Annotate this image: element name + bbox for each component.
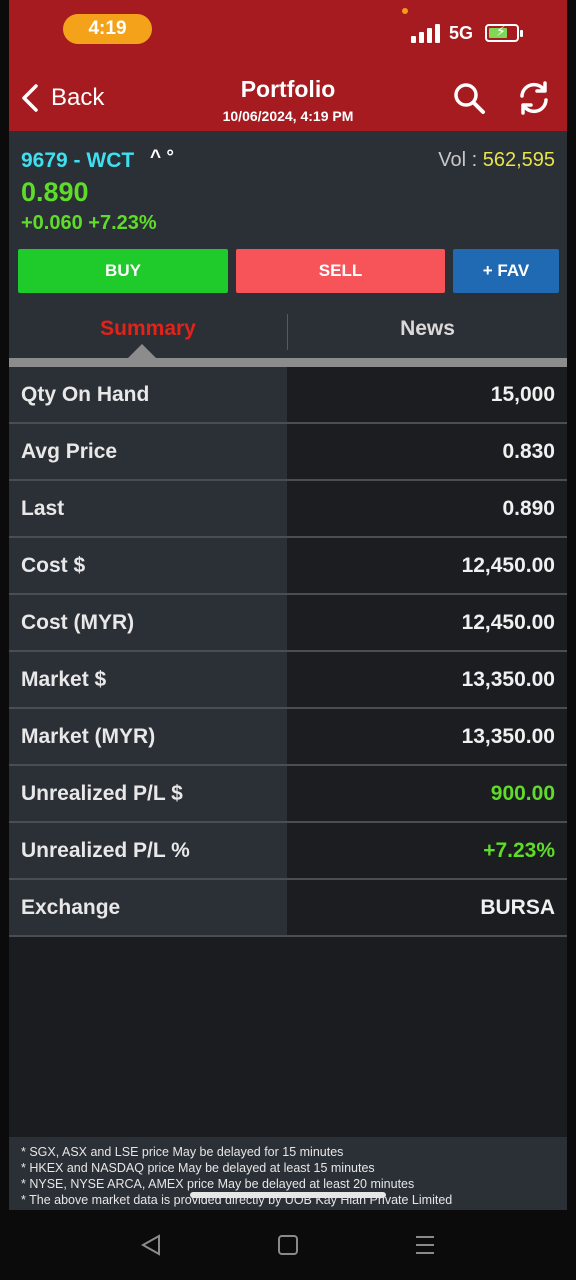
volume-value: 562,595 [482, 149, 555, 171]
table-row: Cost (MYR) 12,450.00 [9, 595, 567, 652]
back-label: Back [51, 84, 105, 111]
system-back-button[interactable] [137, 1232, 167, 1258]
row-label: Unrealized P/L % [9, 823, 287, 878]
table-row: Cost $12,450.00 [9, 538, 567, 595]
row-label: Market $ [9, 652, 287, 707]
disclaimer-line: * HKEX and NASDAQ price May be delayed a… [21, 1161, 375, 1175]
home-square-icon [278, 1235, 298, 1255]
table-row: Last 0.890 [9, 481, 567, 538]
table-row: Qty On Hand 15,000 [9, 367, 567, 424]
system-navigation-bar [0, 1210, 576, 1280]
tab-news[interactable]: News [288, 300, 567, 358]
quote-panel: 9679 - WCT ^ ° Vol : 562,595 0.890 +0.06… [9, 131, 567, 242]
row-value: 900.00 [287, 766, 567, 821]
row-label: Avg Price [9, 424, 287, 479]
price-change: +0.060 +7.23% [21, 212, 157, 234]
battery-charging-icon: ⚡ [485, 23, 523, 42]
row-value: 12,450.00 [287, 538, 567, 593]
disclaimer-line: * SGX, ASX and LSE price May be delayed … [21, 1145, 344, 1159]
table-row: Market $13,350.00 [9, 652, 567, 709]
action-bar: BUY SELL + FAV [9, 242, 567, 300]
row-label: Qty On Hand [9, 367, 287, 422]
row-label: Market (MYR) [9, 709, 287, 764]
row-label: Cost (MYR) [9, 595, 287, 650]
refresh-icon [520, 81, 548, 115]
signal-icon [411, 23, 441, 43]
back-triangle-icon [140, 1234, 160, 1256]
page-title: Portfolio [240, 76, 336, 102]
notification-dot [402, 8, 408, 14]
system-home-button[interactable] [273, 1232, 303, 1258]
tab-bar: Summary News [9, 300, 567, 367]
refresh-button[interactable] [516, 80, 552, 116]
back-button[interactable]: Back [19, 80, 104, 116]
add-favorite-button[interactable]: + FAV [453, 249, 559, 293]
nav-bar: Back Portfolio 10/06/2024, 4:19 PM [9, 62, 567, 131]
row-value: 0.830 [287, 424, 567, 479]
row-value: BURSA [287, 880, 567, 935]
row-label: Exchange [9, 880, 287, 935]
row-label: Last [9, 481, 287, 536]
recents-menu-icon [416, 1236, 434, 1254]
table-row: Market (MYR) 13,350.00 [9, 709, 567, 766]
disclaimer: * SGX, ASX and LSE price May be delayed … [9, 1137, 567, 1210]
table-row: Avg Price 0.830 [9, 424, 567, 481]
symbol-marks: ^ ° [150, 147, 174, 168]
tab-underline [9, 358, 567, 367]
stock-symbol: 9679 - WCT [21, 149, 135, 172]
row-value: 0.890 [287, 481, 567, 536]
search-icon [454, 83, 485, 114]
disclaimer-line: * NYSE, NYSE ARCA, AMEX price May be del… [21, 1177, 415, 1191]
volume: Vol : 562,595 [438, 149, 555, 172]
header-bar: 4:19 5G ⚡ Back Portfolio 10/06/2024, 4:1… [9, 0, 567, 131]
network-type: 5G [449, 23, 474, 43]
status-time: 4:19 [63, 14, 152, 44]
row-value: 12,450.00 [287, 595, 567, 650]
row-label: Unrealized P/L $ [9, 766, 287, 821]
volume-label: Vol : [438, 149, 478, 171]
status-bar: 4:19 5G ⚡ [9, 0, 567, 60]
sell-button[interactable]: SELL [236, 249, 445, 293]
row-value: 13,350.00 [287, 652, 567, 707]
last-price: 0.890 [21, 177, 89, 207]
row-value: 15,000 [287, 367, 567, 422]
page-timestamp: 10/06/2024, 4:19 PM [222, 108, 354, 124]
table-row: Unrealized P/L % +7.23% [9, 823, 567, 880]
active-tab-caret [127, 344, 157, 359]
table-row: Unrealized P/L $900.00 [9, 766, 567, 823]
row-label: Cost $ [9, 538, 287, 593]
home-indicator[interactable] [190, 1192, 386, 1198]
buy-button[interactable]: BUY [18, 249, 228, 293]
system-recents-button[interactable] [410, 1232, 440, 1258]
search-button[interactable] [451, 80, 487, 116]
app-window: 4:19 5G ⚡ Back Portfolio 10/06/2024, 4:1… [9, 0, 567, 1210]
table-row: Exchange BURSA [9, 880, 567, 937]
summary-table: Qty On Hand 15,000 Avg Price 0.830 Last 0.8… [9, 367, 567, 937]
chevron-left-icon [22, 84, 38, 112]
row-value: +7.23% [287, 823, 567, 878]
row-value: 13,350.00 [287, 709, 567, 764]
